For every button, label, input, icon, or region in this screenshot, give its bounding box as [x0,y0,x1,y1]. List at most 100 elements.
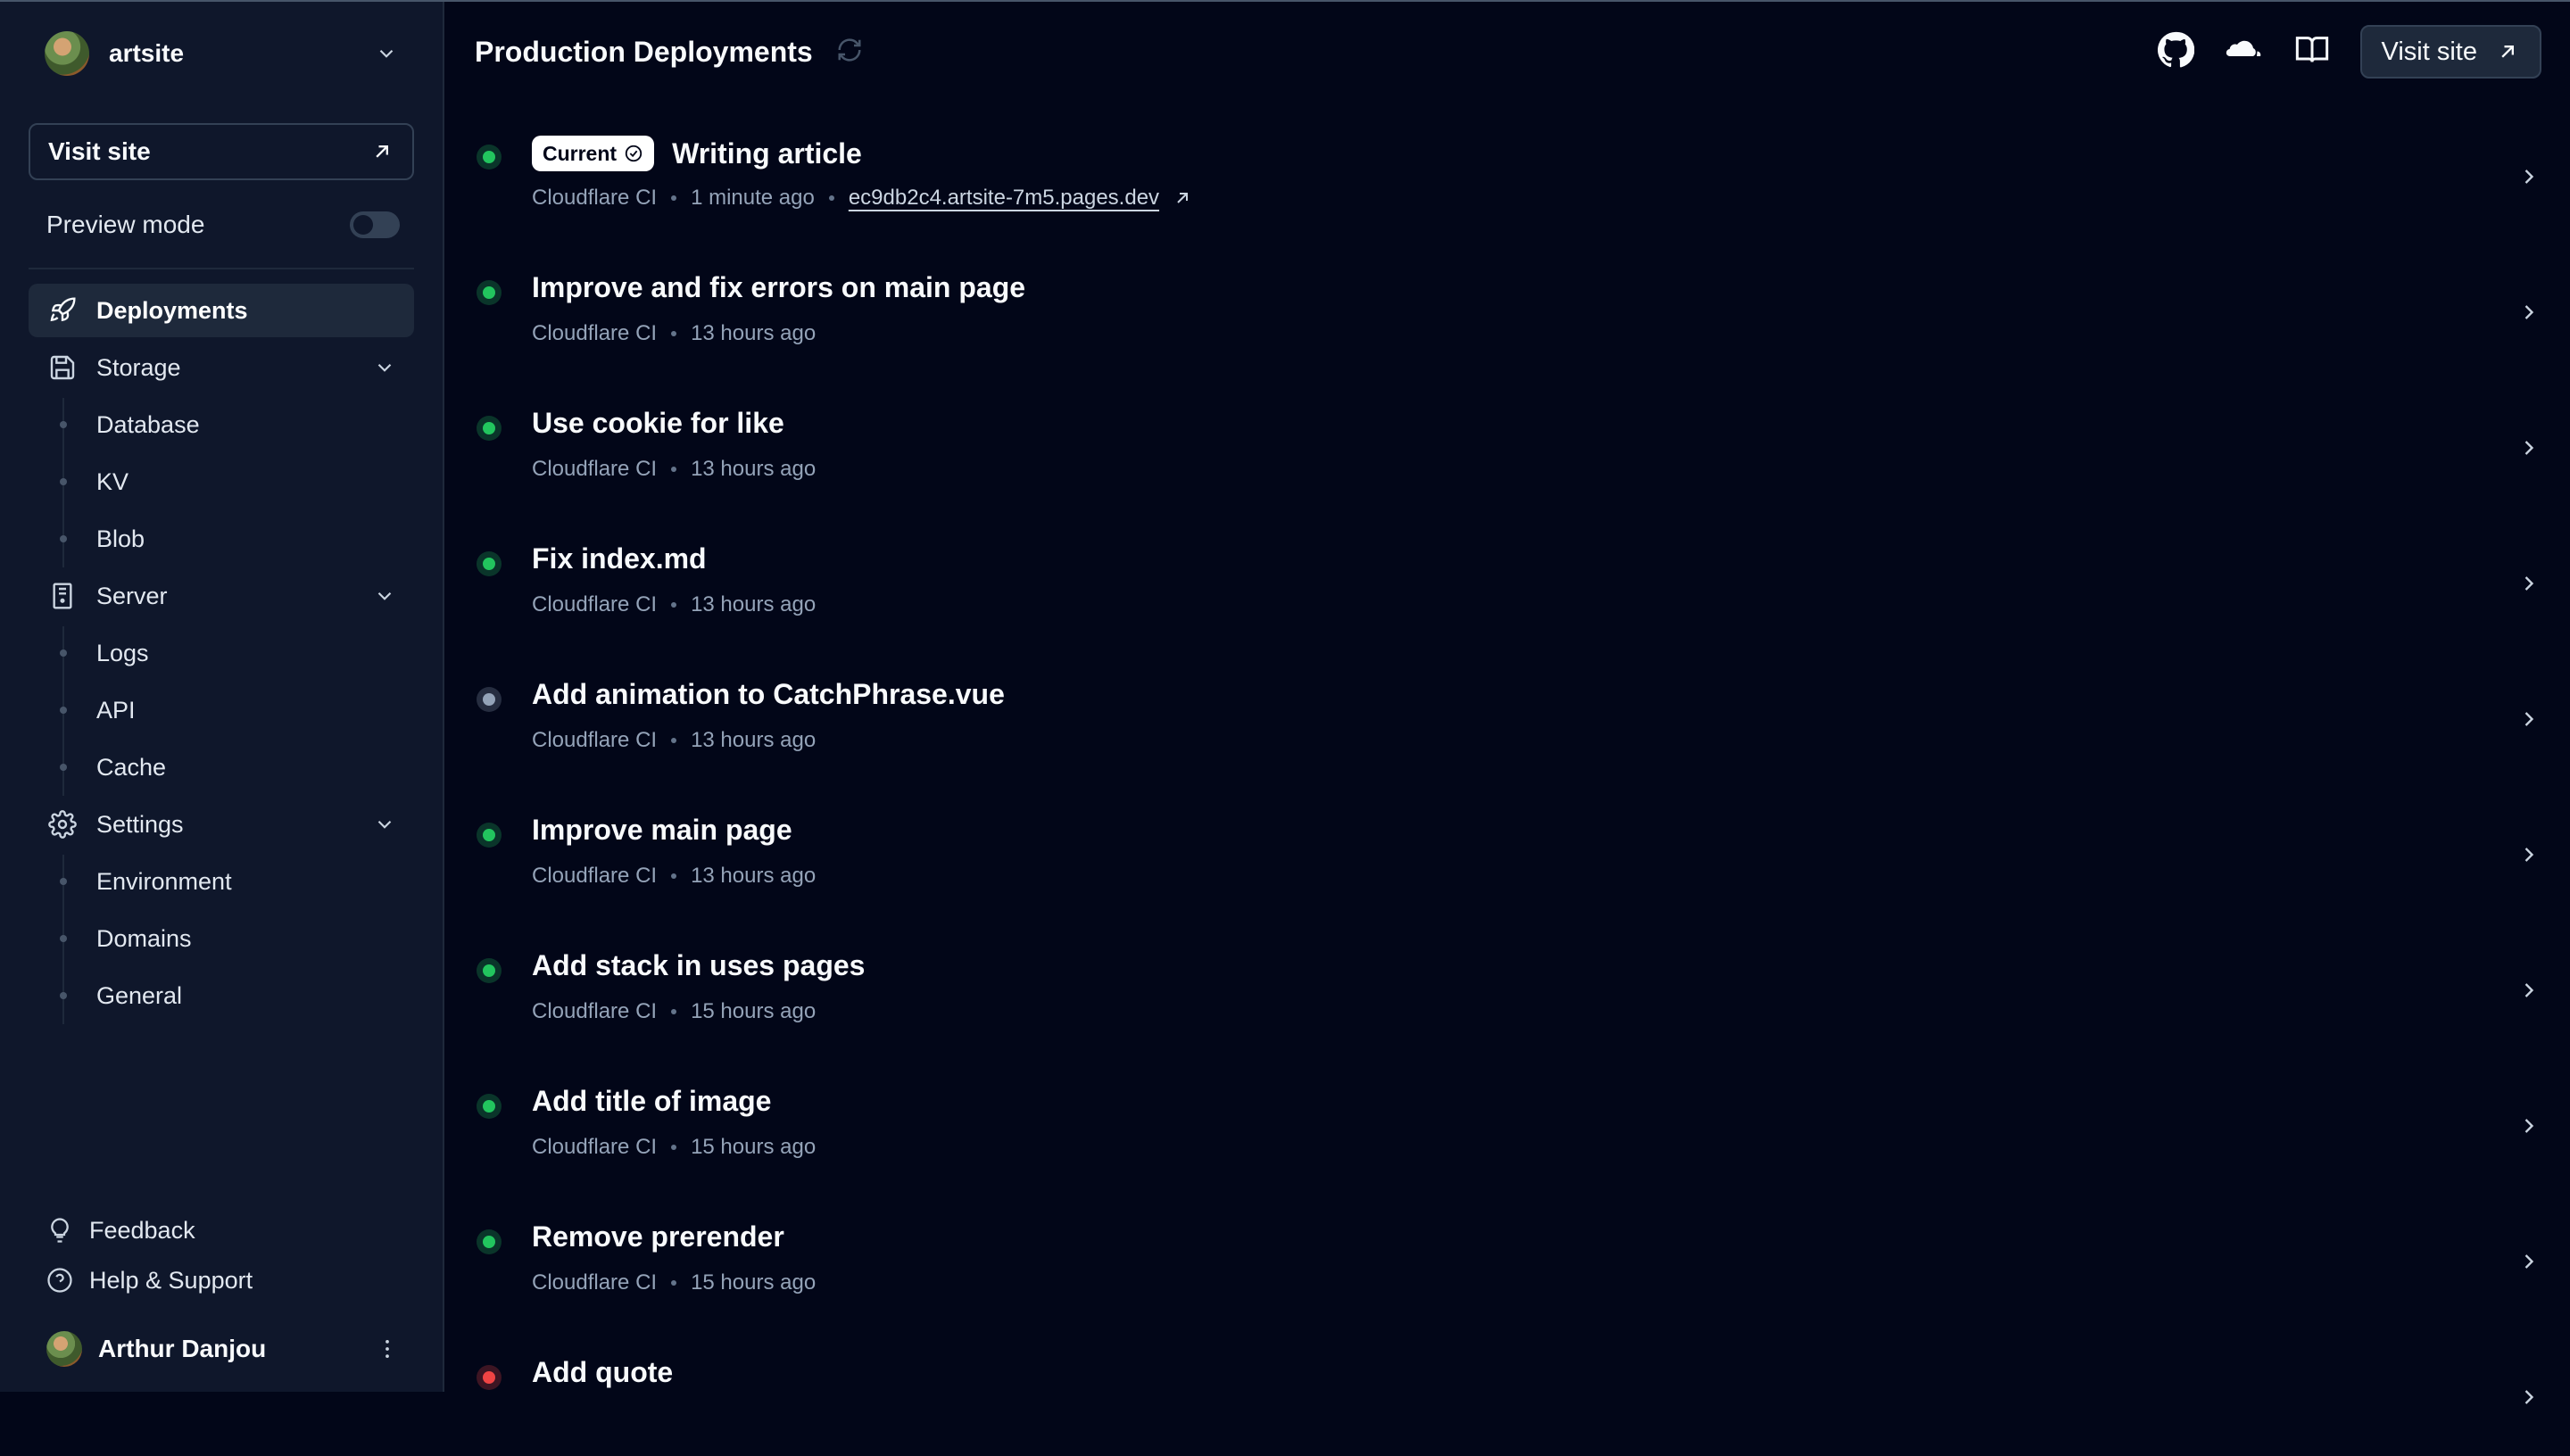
sidebar-item-environment[interactable]: Environment [60,855,410,908]
commit-message: Add stack in uses pages [532,949,866,981]
floppy-disk-icon [46,352,79,384]
help-support-label: Help & Support [89,1266,253,1294]
deployment-time: 13 hours ago [691,592,817,616]
user-menu[interactable]: Arthur Danjou [46,1322,400,1376]
deployment-row[interactable]: Add quote [475,1349,2541,1456]
deployment-time: 13 hours ago [691,728,817,752]
user-name: Arthur Danjou [98,1335,267,1362]
status-indicator [477,1094,502,1119]
status-indicator [477,958,502,983]
deployment-row[interactable]: Use cookie for like Cloudflare CI 13 hours… [475,400,2541,507]
page-title: Production Deployments [475,35,813,68]
preview-mode-label: Preview mode [46,211,205,238]
status-indicator [477,687,502,712]
deployment-row[interactable]: Current Writing article Cloudflare CI 1 min… [475,128,2541,236]
deployment-meta: Cloudflare CI 15 hours ago [532,1270,816,1295]
sidebar-item-kv[interactable]: KV [60,455,410,509]
sidebar-item-label: API [96,696,136,724]
deployment-title-row: Current Writing article [532,136,862,171]
deployment-source: Cloudflare CI [532,728,658,752]
deployment-source: Cloudflare CI [532,457,658,481]
feedback-label: Feedback [89,1216,195,1244]
sidebar-item-label: Blob [96,525,145,552]
help-support-link[interactable]: Help & Support [46,1258,253,1303]
sidebar-item-database[interactable]: Database [60,398,410,451]
preview-mode-toggle[interactable] [350,211,400,238]
project-switcher[interactable]: artsite [45,29,398,79]
chevron-right-icon [2524,712,2534,726]
deployment-meta: Cloudflare CI 13 hours ago [532,864,816,889]
deployment-meta: Cloudflare CI 13 hours ago [532,592,816,617]
deployment-row[interactable]: Improve and fix errors on main page Cloud… [475,264,2541,371]
deployment-title-row: Add quote [532,1356,673,1389]
current-badge: Current [532,136,655,171]
deployment-url-link[interactable]: ec9db2c4.artsite-7m5.pages.dev [849,186,1159,211]
commit-message: Remove prerender [532,1220,784,1253]
sidebar-item-cache[interactable]: Cache [60,740,410,794]
github-icon[interactable] [2157,31,2194,73]
commit-message: Add title of image [532,1085,772,1117]
sidebar: artsite Visit site Preview mode Deployme… [0,2,444,1392]
commit-message: Use cookie for like [532,407,784,439]
sidebar-item-domains[interactable]: Domains [60,912,410,965]
sidebar-item-server[interactable]: Server [29,569,414,623]
lightbulb-icon [51,1218,69,1243]
external-arrow-icon [2501,46,2514,58]
commit-message: Add animation to CatchPhrase.vue [532,678,1005,710]
refresh-icon[interactable] [836,37,863,68]
chevron-down-icon [373,584,396,608]
deployment-row[interactable]: Add title of image Cloudflare CI 15 hours … [475,1078,2541,1185]
visit-site-label: Visit site [2381,37,2477,66]
sidebar-item-general[interactable]: General [60,969,410,1022]
status-indicator [477,823,502,848]
chevron-right-icon [2524,983,2534,997]
deployment-source: Cloudflare CI [532,864,658,888]
commit-message: Improve main page [532,814,792,846]
header-actions: Visit site [2157,23,2541,80]
sidebar-item-label: KV [96,467,129,495]
cloudflare-icon[interactable] [2225,37,2264,68]
book-icon[interactable] [2294,32,2330,72]
deployment-row[interactable]: Add animation to CatchPhrase.vue Cloudfla… [475,671,2541,778]
sidebar-item-label: Logs [96,639,149,666]
deployment-source: Cloudflare CI [532,999,658,1023]
sidebar-item-settings[interactable]: Settings [29,798,414,851]
status-indicator [477,280,502,305]
sidebar-item-label: Environment [96,867,232,895]
deployment-title-row: Add animation to CatchPhrase.vue [532,678,1005,711]
sidebar-item-storage[interactable]: Storage [29,341,414,394]
deployment-source: Cloudflare CI [532,321,658,345]
deployment-time: 15 hours ago [691,1270,817,1295]
chevron-down-icon [375,42,398,65]
sidebar-item-deployments[interactable]: Deployments [29,284,414,337]
sidebar-visit-site-button[interactable]: Visit site [29,123,414,180]
external-arrow-icon[interactable] [1172,187,1193,209]
deployment-title-row: Improve main page [532,814,792,847]
sidebar-item-label: Cache [96,753,167,781]
feedback-link[interactable]: Feedback [46,1208,195,1253]
deployment-row[interactable]: Remove prerender Cloudflare CI 15 hours ag… [475,1213,2541,1320]
commit-message: Fix index.md [532,542,707,575]
sidebar-item-logs[interactable]: Logs [60,626,410,680]
visit-site-label: Visit site [48,137,151,165]
deployment-row[interactable]: Improve main page Cloudflare CI 13 hours a… [475,807,2541,914]
sidebar-item-api[interactable]: API [60,683,410,737]
chevron-right-icon [2524,441,2534,455]
divider [29,268,414,269]
chevron-right-icon [2524,305,2534,319]
deployment-meta: Cloudflare CI 13 hours ago [532,728,816,753]
header-visit-site-button[interactable]: Visit site [2359,25,2541,79]
sidebar-item-blob[interactable]: Blob [60,512,410,566]
more-vertical-icon[interactable] [375,1336,400,1361]
status-indicator [477,1229,502,1254]
user-avatar [46,1331,82,1367]
status-indicator [477,551,502,576]
chevron-right-icon [2524,1254,2534,1269]
deployment-time: 15 hours ago [691,1135,817,1159]
deployment-row[interactable]: Add stack in uses pages Cloudflare CI 15 h… [475,942,2541,1049]
deployment-source: Cloudflare CI [532,1270,658,1295]
deployment-row[interactable]: Fix index.md Cloudflare CI 13 hours ago [475,535,2541,642]
deployment-meta: Cloudflare CI 13 hours ago [532,321,816,346]
deployment-title-row: Use cookie for like [532,407,784,440]
sidebar-item-label: Server [96,582,168,609]
